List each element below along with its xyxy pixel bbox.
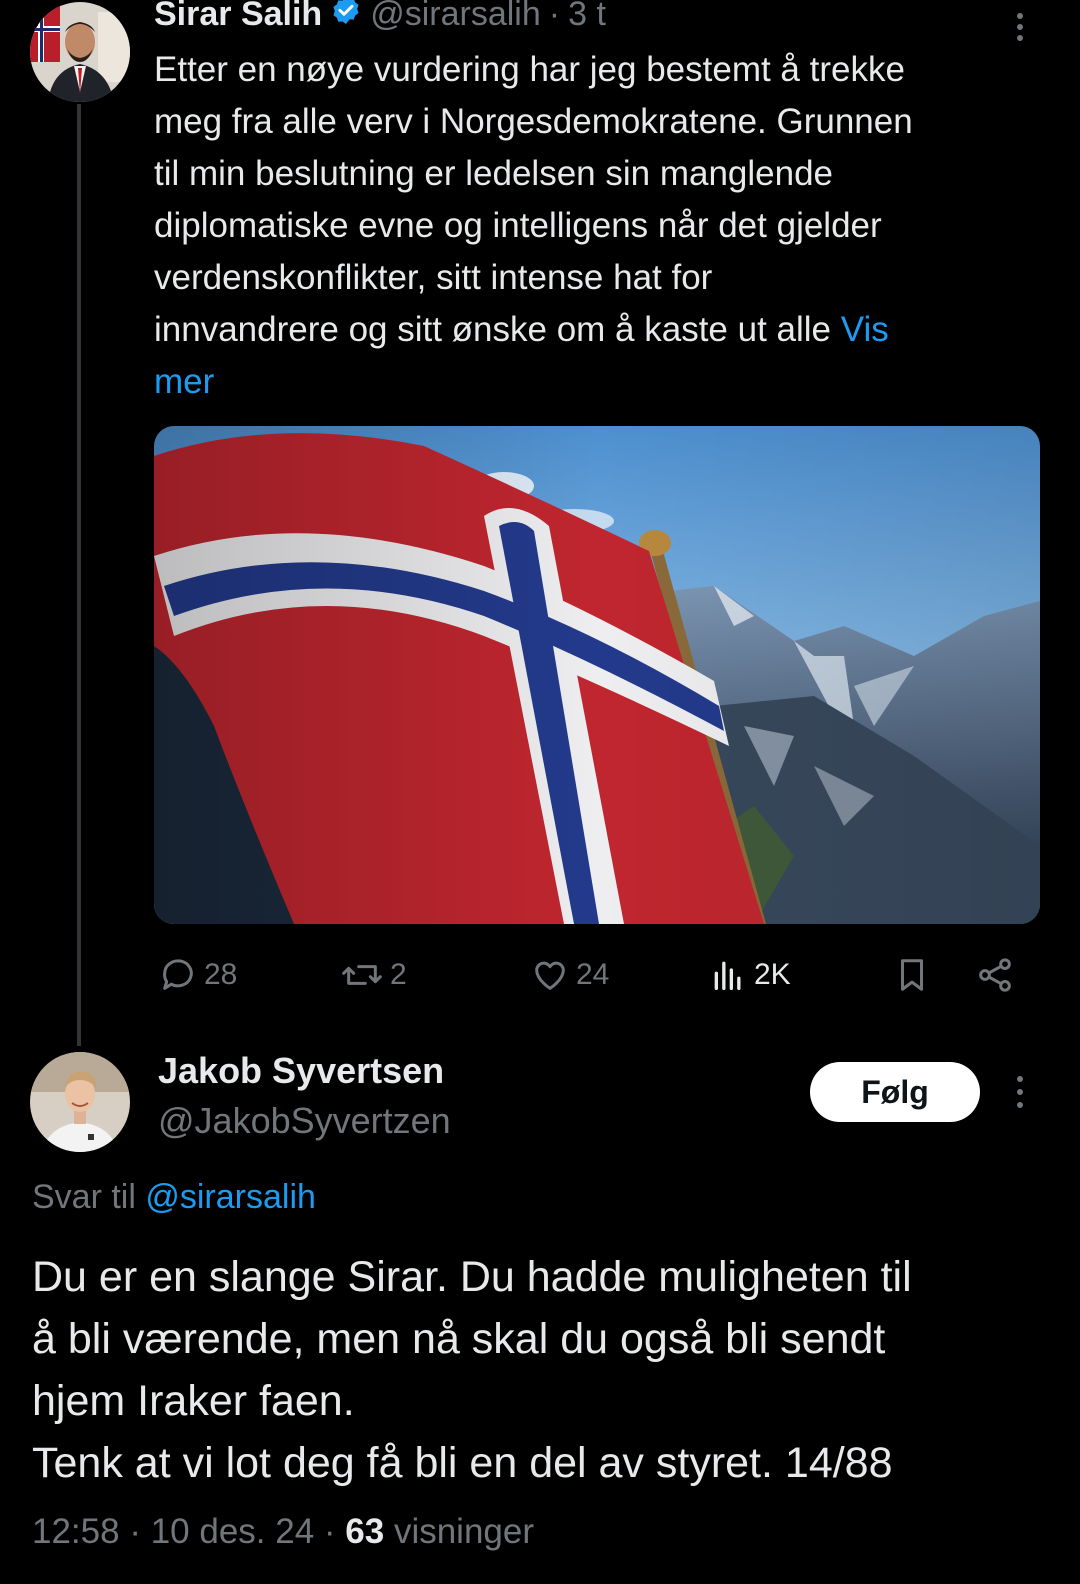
repost-count: 2 [390, 958, 407, 991]
reply-date[interactable]: 10 des. 24 [151, 1512, 314, 1551]
share-button[interactable] [975, 950, 1021, 1000]
repost-button[interactable]: 2 [340, 950, 407, 1000]
parent-author-name[interactable]: Sirar Salih [154, 0, 322, 34]
reply-button[interactable]: 28 [158, 950, 237, 1000]
thread-connector-line [77, 104, 81, 1046]
views-count: 2K [754, 958, 791, 991]
meta-separator: · [119, 1512, 151, 1551]
more-options-icon[interactable] [1005, 1074, 1035, 1110]
follow-button[interactable]: Følg [810, 1062, 980, 1122]
reply-tweet-metadata: 12:58 · 10 des. 24 · 63 visninger [32, 1512, 534, 1552]
meta-separator: · [314, 1512, 346, 1551]
reply-count: 28 [204, 958, 238, 991]
reply-views-label: visninger [384, 1512, 535, 1551]
bookmark-button[interactable] [893, 950, 937, 1000]
reply-to-line: Svar til @sirarsalih [32, 1178, 316, 1217]
reply-to-prefix: Svar til [32, 1178, 146, 1216]
reply-time[interactable]: 12:58 [32, 1512, 120, 1551]
reply-to-handle-link[interactable]: @sirarsalih [145, 1178, 316, 1216]
like-button[interactable]: 24 [530, 950, 609, 1000]
header-separator: · [548, 0, 561, 33]
parent-avatar[interactable] [30, 2, 130, 102]
repost-arrows-icon [342, 965, 382, 985]
bookmark-icon [900, 959, 924, 991]
reply-author-name[interactable]: Jakob Syvertsen [158, 1050, 444, 1092]
verified-badge-icon [330, 0, 362, 35]
reply-views-count[interactable]: 63 [345, 1512, 384, 1551]
views-button[interactable]: 2K [708, 950, 791, 1000]
tweet-media-image[interactable] [154, 426, 1040, 924]
parent-tweet-time[interactable]: 3 t [568, 0, 606, 34]
parent-author-handle[interactable]: @sirarsalih [370, 0, 541, 34]
parent-tweet-body: Etter en nøye vurdering har jeg bestemt … [154, 50, 913, 349]
reply-avatar[interactable] [30, 1052, 130, 1152]
reply-tweet-text: Du er en slange Sirar. Du hadde mulighet… [32, 1253, 912, 1487]
speech-bubble-icon [163, 959, 193, 990]
share-icon [979, 958, 1011, 992]
bar-chart-icon [714, 961, 741, 990]
parent-tweet-text: Etter en nøye vurdering har jeg bestemt … [154, 44, 1034, 408]
parent-tweet-header: Sirar Salih @sirarsalih · 3 t [154, 0, 606, 36]
reply-author-handle[interactable]: @JakobSyvertzen [158, 1100, 451, 1142]
more-options-icon[interactable] [1005, 12, 1035, 42]
like-count: 24 [576, 958, 610, 991]
heart-icon [535, 961, 565, 990]
